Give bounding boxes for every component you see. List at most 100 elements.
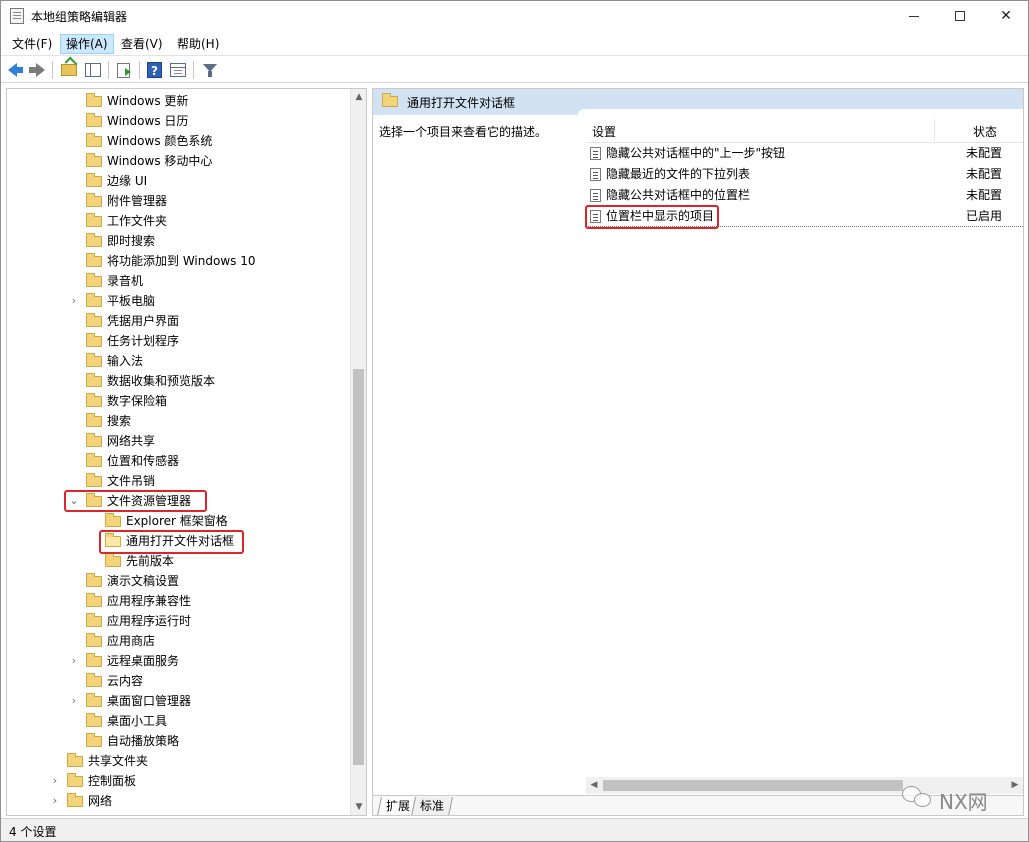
tree-expander-icon[interactable] (68, 151, 80, 171)
tree-expander-icon[interactable] (68, 351, 80, 371)
tree-expander-icon[interactable] (68, 91, 80, 111)
title-bar[interactable]: 本地组策略编辑器 ✕ (1, 1, 1028, 31)
horizontal-scroll-thumb[interactable] (603, 780, 903, 791)
tree-expander-icon[interactable] (68, 251, 80, 271)
policy-state: 未配置 (966, 188, 1003, 202)
tree-scroll-thumb[interactable] (353, 369, 364, 765)
help-button[interactable]: ? (145, 60, 165, 80)
show-hide-tree-button[interactable] (83, 60, 103, 80)
scroll-right-icon[interactable]: ▶ (1007, 777, 1023, 794)
minimize-icon (909, 15, 919, 17)
tree-item-label: 将功能添加到 Windows 10 (107, 254, 256, 268)
description-text: 选择一个项目来查看它的描述。 (379, 125, 548, 139)
scroll-up-icon[interactable]: ▲ (351, 89, 366, 105)
folder-icon (86, 313, 102, 327)
tree-expander-icon[interactable]: ⌄ (68, 491, 80, 511)
filter-button[interactable] (200, 60, 220, 80)
folder-icon (86, 133, 102, 147)
tree-item-label: 桌面小工具 (107, 714, 168, 728)
tree-expander-icon[interactable] (87, 531, 99, 551)
tree-expander-icon[interactable] (68, 331, 80, 351)
policy-row[interactable]: 隐藏公共对话框中的"上一步"按钮 未配置 (586, 143, 1023, 164)
tree-expander-icon[interactable] (68, 111, 80, 131)
menu-file[interactable]: 文件(F) (7, 34, 57, 54)
folder-icon (86, 113, 102, 127)
up-level-button[interactable] (59, 60, 79, 80)
folder-icon (86, 173, 102, 187)
tree-item-label: 应用程序运行时 (107, 614, 192, 628)
tree-item-label: 平板电脑 (107, 294, 156, 308)
tree-expander-icon[interactable]: › (49, 771, 61, 791)
folder-icon (67, 793, 83, 807)
maximize-button[interactable] (937, 1, 983, 31)
help-icon: ? (147, 62, 162, 78)
tree-expander-icon[interactable] (68, 231, 80, 251)
tree-item-label: 边缘 UI (107, 174, 148, 188)
folder-icon (86, 633, 102, 647)
folder-icon (86, 213, 102, 227)
properties-button[interactable] (168, 60, 188, 80)
filter-icon (203, 64, 217, 77)
minimize-button[interactable] (891, 1, 937, 31)
tree-item-label: 即时搜索 (107, 234, 156, 248)
tree-expander-icon[interactable] (68, 631, 80, 651)
tree-expander-icon[interactable] (68, 451, 80, 471)
forward-button[interactable] (27, 60, 47, 80)
tree-item-label: 通用打开文件对话框 (126, 534, 235, 548)
tree-expander-icon[interactable] (87, 551, 99, 571)
tree-expander-icon[interactable] (68, 171, 80, 191)
toolbar-separator (52, 61, 53, 79)
tree-expander-icon[interactable] (68, 711, 80, 731)
scroll-left-icon[interactable]: ◀ (586, 777, 602, 794)
properties-icon (170, 63, 186, 77)
tree-expander-icon[interactable]: › (68, 651, 80, 671)
tab-standard[interactable]: 标准 (410, 797, 454, 815)
folder-icon (86, 253, 102, 267)
tree-expander-icon[interactable] (49, 751, 61, 771)
menu-action[interactable]: 操作(A) (60, 34, 114, 54)
policy-name: 位置栏中显示的项目 (606, 209, 715, 223)
folder-icon (67, 773, 83, 787)
back-button[interactable] (7, 60, 27, 80)
tree-expander-icon[interactable] (68, 211, 80, 231)
tree-expander-icon[interactable] (87, 511, 99, 531)
policy-row[interactable]: 隐藏最近的文件的下拉列表 未配置 (586, 164, 1023, 185)
tree-expander-icon[interactable] (68, 611, 80, 631)
folder-icon (105, 533, 121, 547)
policy-row[interactable]: 隐藏公共对话框中的位置栏 未配置 (586, 185, 1023, 206)
tree-expander-icon[interactable]: › (68, 291, 80, 311)
policy-name: 隐藏最近的文件的下拉列表 (606, 167, 751, 181)
tree-expander-icon[interactable] (68, 271, 80, 291)
tree-expander-icon[interactable] (68, 191, 80, 211)
tree-expander-icon[interactable] (68, 671, 80, 691)
tree-item-label: 位置和传感器 (107, 454, 180, 468)
folder-icon (105, 513, 121, 527)
tree-expander-icon[interactable]: › (68, 691, 80, 711)
tree-item-label: 任务计划程序 (107, 334, 180, 348)
tree-expander-icon[interactable] (68, 591, 80, 611)
tree-expander-icon[interactable] (68, 571, 80, 591)
tree-expander-icon[interactable] (68, 471, 80, 491)
tree-expander-icon[interactable] (68, 371, 80, 391)
scroll-down-icon[interactable]: ▼ (351, 799, 366, 815)
column-header-state[interactable]: 状态 (973, 123, 997, 140)
tree-expander-icon[interactable] (68, 131, 80, 151)
column-header-setting[interactable]: 设置 (592, 123, 616, 140)
tree-pane[interactable]: Windows 更新 Windows 日历 Windows 颜色系统 Windows … (6, 88, 367, 816)
tab-standard-label: 标准 (420, 799, 445, 813)
tree-expander-icon[interactable]: › (49, 791, 61, 811)
tree-scrollbar[interactable]: ▲ ▼ (350, 89, 366, 815)
menu-help[interactable]: 帮助(H) (172, 34, 224, 54)
tree-expander-icon[interactable] (68, 431, 80, 451)
tree-expander-icon[interactable] (68, 411, 80, 431)
show-hide-tree-icon (85, 63, 101, 77)
policy-row[interactable]: 位置栏中显示的项目 已启用 (586, 206, 1023, 227)
column-divider[interactable] (934, 119, 935, 141)
tree-expander-icon[interactable] (68, 731, 80, 751)
menu-view[interactable]: 查看(V) (116, 34, 168, 54)
tree-expander-icon[interactable] (68, 391, 80, 411)
close-button[interactable]: ✕ (983, 1, 1029, 31)
tree-expander-icon[interactable] (68, 311, 80, 331)
tree-item-label: 文件吊销 (107, 474, 156, 488)
export-list-button[interactable] (114, 60, 134, 80)
